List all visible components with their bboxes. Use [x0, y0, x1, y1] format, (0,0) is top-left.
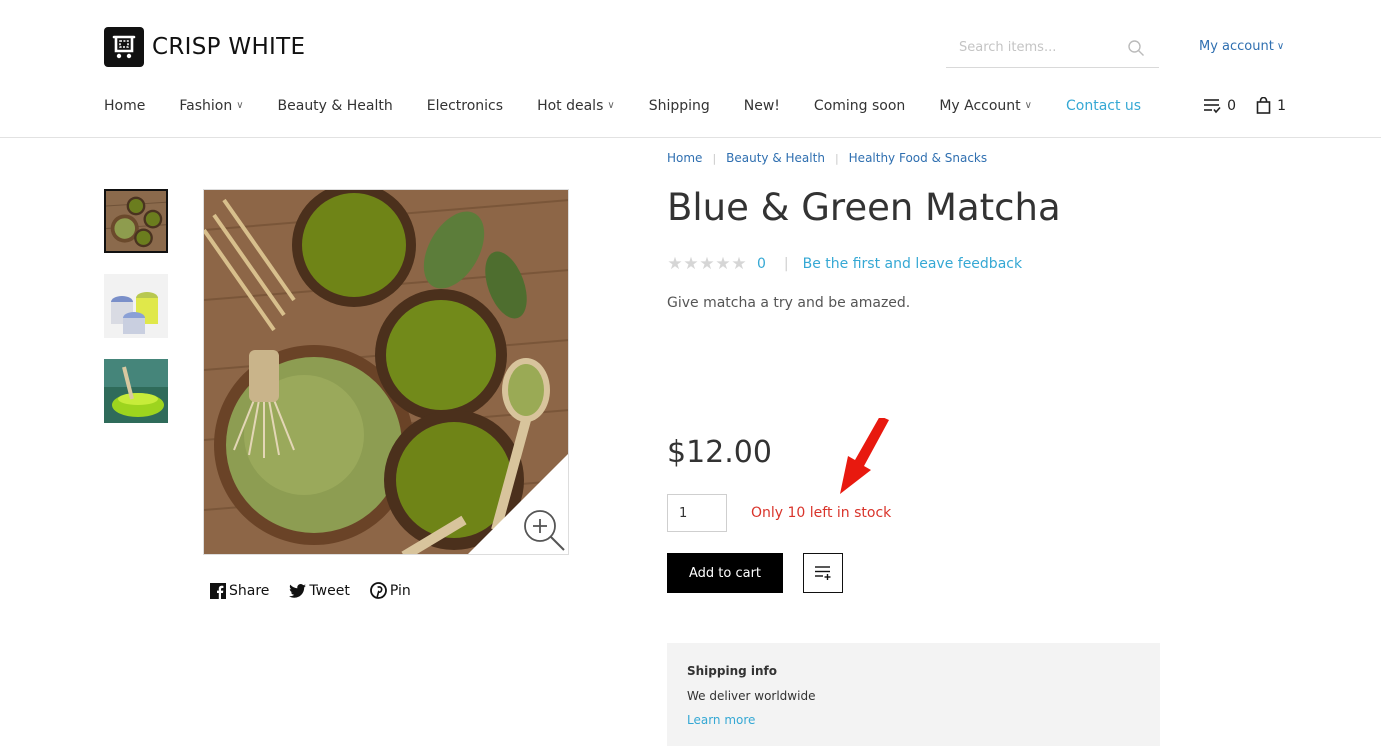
facebook-share-button[interactable]: Share	[210, 582, 269, 599]
shipping-info-text: We deliver worldwide	[687, 689, 816, 703]
breadcrumb-home[interactable]: Home	[667, 151, 702, 165]
rating-separator: |	[783, 256, 789, 272]
store-logo[interactable]: CRISP WHITE	[104, 27, 305, 67]
tweet-label: Tweet	[309, 582, 350, 599]
star-rating: ★ ★ ★ ★ ★	[667, 254, 747, 274]
chevron-down-icon: ∨	[1024, 99, 1032, 111]
social-share-bar: Share Tweet Pin	[210, 582, 431, 599]
review-count[interactable]: 0	[757, 256, 766, 272]
star-icon: ★	[731, 254, 747, 274]
nav-item-contact-us[interactable]: Contact us	[1066, 98, 1141, 114]
nav-item-label: My Account	[939, 98, 1021, 114]
breadcrumb-separator: |	[712, 151, 717, 165]
header-icons: 0 1	[1183, 97, 1286, 114]
my-account-menu[interactable]: My account ∨	[1199, 39, 1284, 54]
my-account-label: My account	[1199, 39, 1274, 54]
product-main-image[interactable]	[203, 189, 569, 555]
share-label: Share	[229, 582, 270, 599]
nav-item-beauty-health[interactable]: Beauty & Health	[278, 98, 393, 114]
shopping-bag-icon	[1256, 97, 1271, 114]
breadcrumb-separator: |	[834, 151, 839, 165]
search-box	[946, 31, 1159, 68]
nav-item-label: Fashion	[179, 98, 233, 114]
product-thumbnail[interactable]	[104, 189, 168, 253]
product-thumbnail[interactable]	[104, 274, 168, 338]
header-divider	[0, 137, 1381, 138]
stock-warning: Only 10 left in stock	[751, 505, 892, 521]
nav-item-coming-soon[interactable]: Coming soon	[814, 98, 905, 114]
star-icon: ★	[715, 254, 731, 274]
chevron-down-icon: ∨	[607, 99, 615, 111]
shipping-info-title: Shipping info	[687, 664, 778, 678]
matcha-whisk-thumbnail-image	[104, 359, 168, 423]
zoom-in-icon	[468, 454, 568, 554]
product-price: $12.00	[667, 435, 772, 470]
nav-item-label: Contact us	[1065, 98, 1142, 114]
nav-item-label: Coming soon	[813, 98, 906, 114]
pin-label: Pin	[389, 582, 411, 599]
cart-logo-icon	[104, 27, 144, 67]
leave-feedback-link[interactable]: Be the first and leave feedback	[803, 256, 1022, 272]
pinterest-pin-button[interactable]: Pin	[369, 582, 411, 599]
wishlist-icon	[1204, 98, 1221, 113]
breadcrumb-beauty-health[interactable]: Beauty & Health	[726, 151, 825, 165]
breadcrumb-healthy-food[interactable]: Healthy Food & Snacks	[849, 151, 987, 165]
nav-item-hot-deals[interactable]: Hot deals ∨	[537, 98, 615, 114]
nav-item-label: New!	[743, 98, 780, 114]
product-description: Give matcha a try and be amazed.	[667, 295, 911, 311]
add-to-wishlist-button[interactable]	[803, 553, 843, 593]
star-icon: ★	[667, 254, 683, 274]
zoom-button[interactable]	[468, 454, 568, 554]
search-input[interactable]	[946, 31, 1126, 63]
star-icon: ★	[683, 254, 699, 274]
matcha-bowls-thumbnail-image	[106, 191, 166, 251]
wishlist-button[interactable]: 0	[1203, 98, 1236, 114]
twitter-icon	[289, 583, 307, 598]
chevron-down-icon: ∨	[1276, 41, 1285, 52]
nav-item-electronics[interactable]: Electronics	[427, 98, 503, 114]
star-icon: ★	[699, 254, 715, 274]
rating-row: ★ ★ ★ ★ ★ 0 | Be the first and leave fee…	[667, 254, 1022, 274]
nav-item-label: Electronics	[426, 98, 504, 114]
facebook-icon	[210, 582, 226, 599]
nav-item-label: Beauty & Health	[277, 98, 393, 114]
add-to-cart-button[interactable]: Add to cart	[667, 553, 783, 593]
search-icon[interactable]	[1127, 39, 1145, 57]
product-title: Blue & Green Matcha	[667, 186, 1061, 229]
quantity-input[interactable]	[667, 494, 727, 532]
nav-item-label: Hot deals	[537, 98, 604, 114]
red-arrow-annotation	[840, 418, 889, 494]
wishlist-count: 0	[1227, 97, 1237, 114]
product-thumbnail[interactable]	[104, 359, 168, 423]
breadcrumb: Home | Beauty & Health | Healthy Food & …	[667, 151, 987, 165]
matcha-drinks-thumbnail-image	[104, 274, 168, 338]
nav-item-new[interactable]: New!	[744, 98, 780, 114]
cart-count: 1	[1277, 97, 1286, 114]
nav-item-label: Home	[104, 98, 146, 114]
brand-name: CRISP WHITE	[152, 34, 306, 60]
nav-item-my-account[interactable]: My Account ∨	[939, 98, 1032, 114]
twitter-tweet-button[interactable]: Tweet	[289, 582, 350, 599]
shipping-info-panel: Shipping info We deliver worldwide Learn…	[667, 643, 1160, 746]
nav-item-shipping[interactable]: Shipping	[649, 98, 710, 114]
nav-item-label: Shipping	[648, 98, 710, 114]
pinterest-icon	[369, 582, 387, 599]
add-to-list-icon	[815, 566, 831, 580]
cart-button[interactable]: 1	[1256, 97, 1286, 114]
main-navigation: Home Fashion ∨ Beauty & Health Electronic…	[104, 98, 1175, 114]
chevron-down-icon: ∨	[236, 99, 244, 111]
learn-more-link[interactable]: Learn more	[687, 713, 755, 727]
nav-item-home[interactable]: Home	[104, 98, 145, 114]
nav-item-fashion[interactable]: Fashion ∨	[179, 98, 243, 114]
